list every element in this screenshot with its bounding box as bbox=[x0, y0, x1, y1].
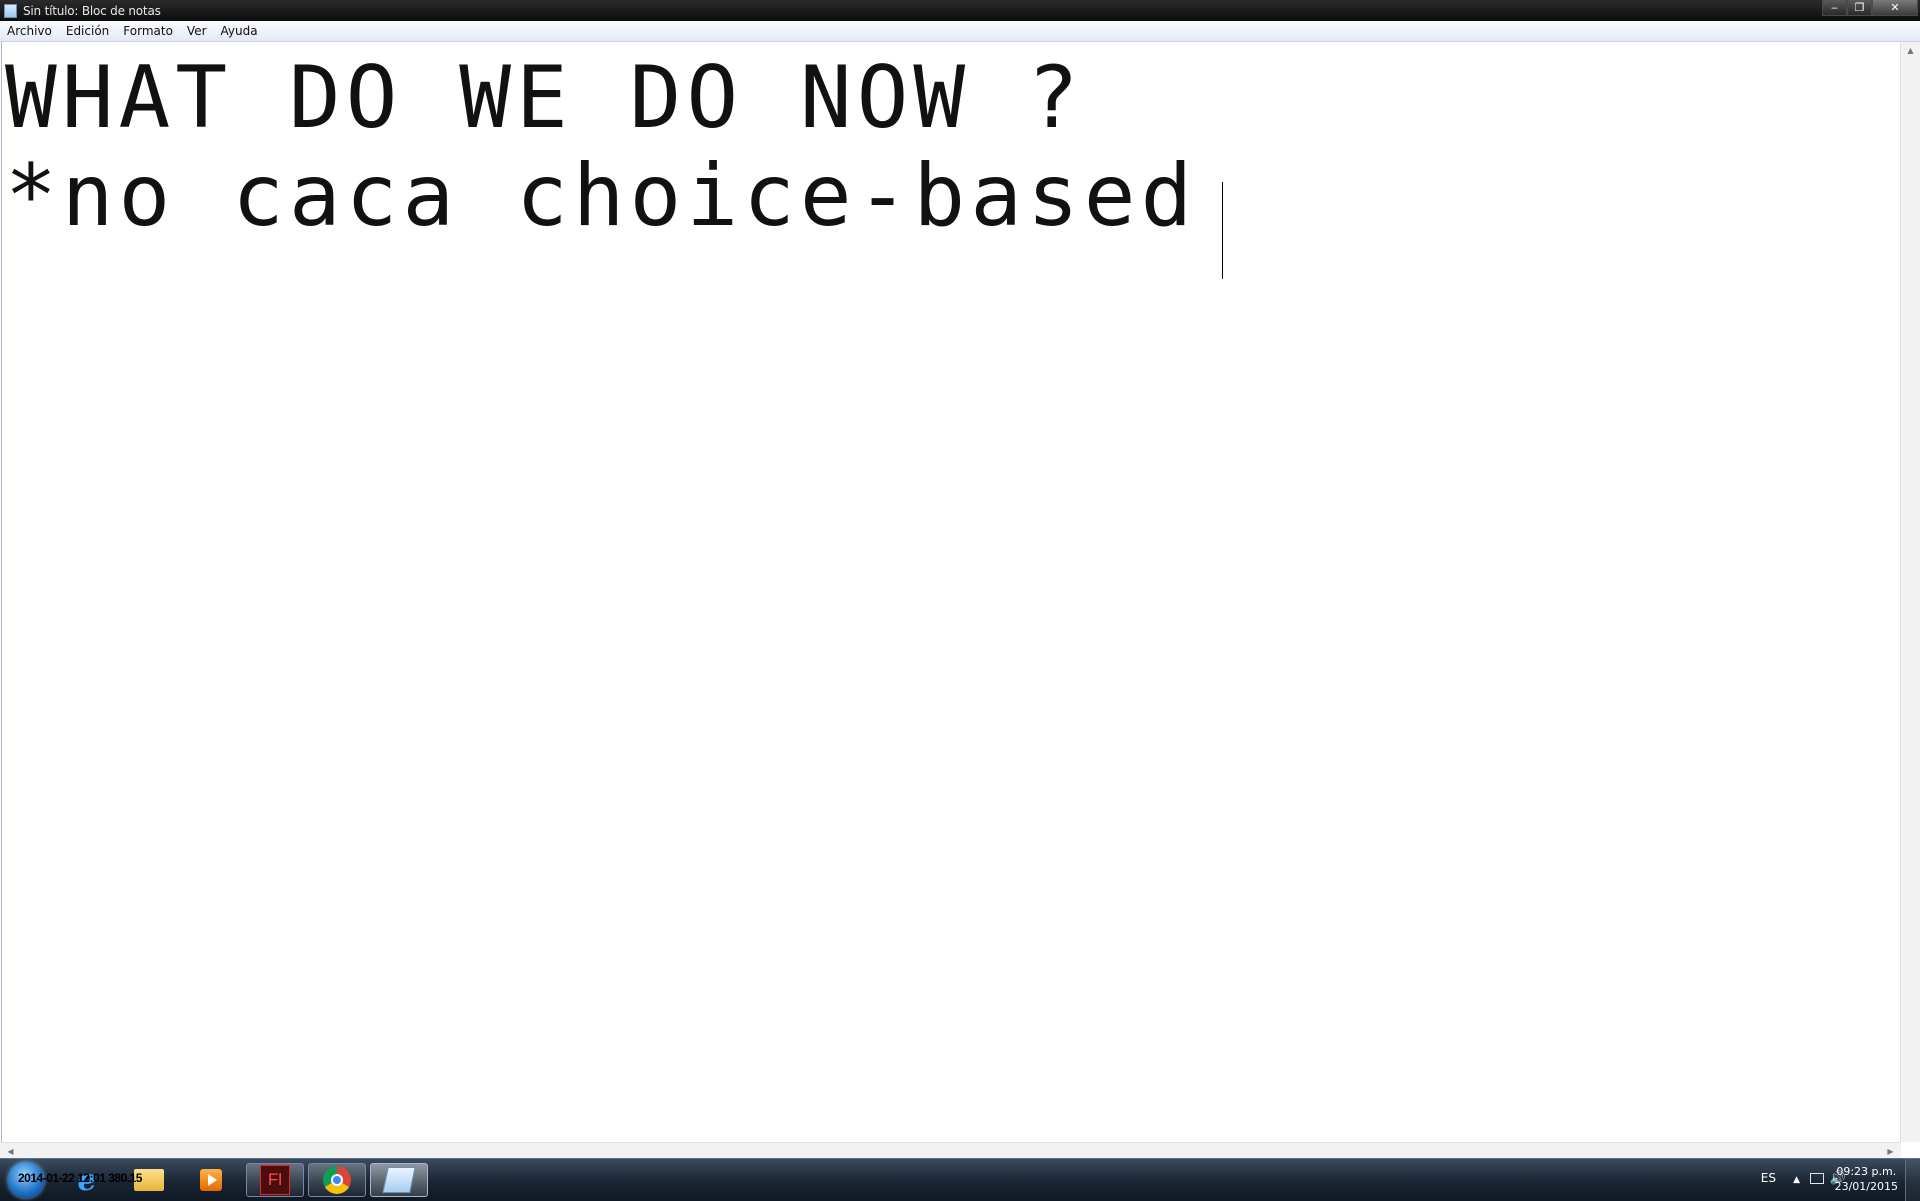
menu-formato[interactable]: Formato bbox=[116, 21, 180, 41]
scroll-up-icon[interactable]: ▲ bbox=[1902, 42, 1919, 59]
chrome-icon bbox=[323, 1166, 351, 1194]
clock-date: 23/01/2015 bbox=[1834, 1180, 1898, 1193]
clock-time: 09:23 p.m. bbox=[1836, 1165, 1897, 1178]
menu-ver[interactable]: Ver bbox=[180, 21, 214, 41]
network-icon[interactable] bbox=[1810, 1173, 1824, 1184]
notepad-icon bbox=[382, 1167, 416, 1193]
taskbar-notepad[interactable] bbox=[370, 1163, 428, 1197]
close-button[interactable]: ✕ bbox=[1872, 0, 1918, 16]
clock[interactable]: 09:23 p.m. 23/01/2015 bbox=[1835, 1164, 1898, 1194]
notepad-app-icon[interactable] bbox=[4, 3, 17, 18]
vertical-scrollbar[interactable]: ▲ bbox=[1900, 42, 1920, 1142]
show-hidden-icons-icon[interactable]: ▲ bbox=[1793, 1175, 1800, 1185]
window-controls: ‒ ❐ ✕ bbox=[1822, 0, 1918, 16]
taskbar-chrome[interactable] bbox=[308, 1163, 366, 1197]
show-desktop-button[interactable] bbox=[1905, 1159, 1920, 1201]
horizontal-scrollbar[interactable]: ◀ ▶ bbox=[0, 1142, 1901, 1159]
taskbar-media-player[interactable] bbox=[190, 1163, 232, 1197]
text-caret bbox=[1222, 182, 1223, 279]
menu-ayuda[interactable]: Ayuda bbox=[214, 21, 265, 41]
editor-line: *no caca choice-based bbox=[5, 146, 1198, 246]
language-indicator[interactable]: ES bbox=[1761, 1171, 1776, 1185]
text-editor[interactable]: WHAT DO WE DO NOW ? *no caca choice-base… bbox=[1, 42, 1901, 1142]
window-title: Sin título: Bloc de notas bbox=[23, 3, 161, 18]
media-player-icon bbox=[200, 1169, 222, 1191]
flash-icon: Fl bbox=[260, 1165, 290, 1195]
minimize-button[interactable]: ‒ bbox=[1822, 0, 1847, 16]
taskbar: e Fl 2014-01-22 12:01 380.15 ES ▲ 🔊 09:2… bbox=[0, 1158, 1920, 1201]
taskbar-flash[interactable]: Fl bbox=[246, 1163, 304, 1197]
overlay-stamp-text: 2014-01-22 12:01 380.15 bbox=[18, 1171, 142, 1185]
title-bar[interactable]: Sin título: Bloc de notas ‒ ❐ ✕ bbox=[0, 0, 1920, 21]
maximize-button[interactable]: ❐ bbox=[1847, 0, 1872, 16]
editor-line: WHAT DO WE DO NOW ? bbox=[5, 48, 1084, 148]
menu-bar: Archivo Edición Formato Ver Ayuda bbox=[0, 21, 1920, 42]
menu-archivo[interactable]: Archivo bbox=[0, 21, 59, 41]
menu-edicion[interactable]: Edición bbox=[59, 21, 116, 41]
